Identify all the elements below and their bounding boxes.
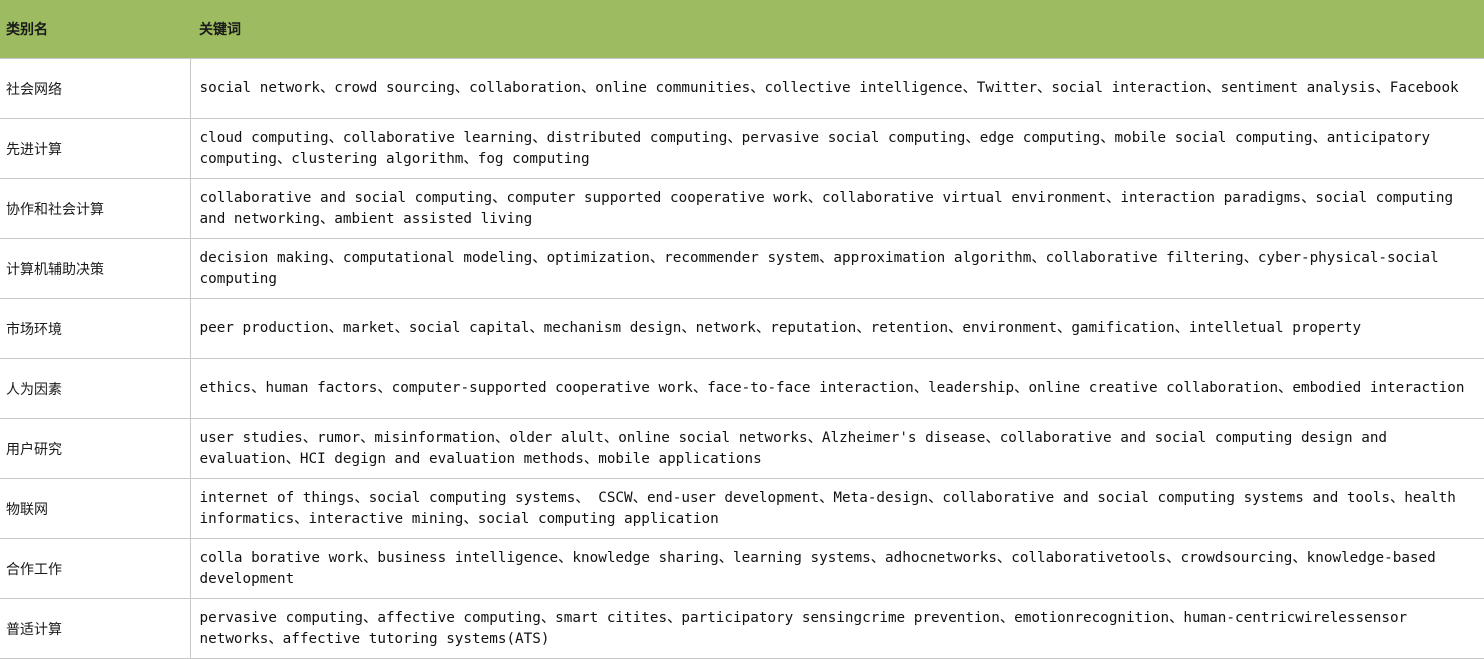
cell-keywords: peer production、market、social capital、me… bbox=[190, 298, 1484, 359]
table-row: 协作和社会计算 collaborative and social computi… bbox=[0, 178, 1484, 239]
table-row: 计算机辅助决策 decision making、computational mo… bbox=[0, 238, 1484, 299]
table-row: 物联网 internet of things、social computing … bbox=[0, 478, 1484, 539]
cell-keywords: user studies、rumor、misinformation、older … bbox=[190, 418, 1484, 479]
cell-category: 普适计算 bbox=[0, 598, 191, 659]
cell-category: 先进计算 bbox=[0, 118, 191, 179]
cell-category: 计算机辅助决策 bbox=[0, 238, 191, 299]
table-row: 合作工作 colla borative work、business intell… bbox=[0, 538, 1484, 599]
table-row: 市场环境 peer production、market、social capit… bbox=[0, 298, 1484, 359]
cell-keywords: collaborative and social computing、compu… bbox=[190, 178, 1484, 239]
table-row: 普适计算 pervasive computing、affective compu… bbox=[0, 598, 1484, 659]
table-header: 类别名 关键词 bbox=[0, 0, 1484, 59]
table-body: 社会网络 social network、crowd sourcing、colla… bbox=[0, 58, 1484, 659]
cell-keywords: ethics、human factors、computer-supported … bbox=[190, 358, 1484, 419]
cell-category: 合作工作 bbox=[0, 538, 191, 599]
cell-keywords: colla borative work、business intelligenc… bbox=[190, 538, 1484, 599]
column-header-keywords: 关键词 bbox=[190, 0, 1484, 59]
table-row: 社会网络 social network、crowd sourcing、colla… bbox=[0, 58, 1484, 119]
cell-keywords: pervasive computing、affective computing、… bbox=[190, 598, 1484, 659]
cell-keywords: decision making、computational modeling、o… bbox=[190, 238, 1484, 299]
cell-category: 用户研究 bbox=[0, 418, 191, 479]
cell-category: 协作和社会计算 bbox=[0, 178, 191, 239]
cell-category: 人为因素 bbox=[0, 358, 191, 419]
cell-category: 市场环境 bbox=[0, 298, 191, 359]
table-row: 用户研究 user studies、rumor、misinformation、o… bbox=[0, 418, 1484, 479]
table-row: 人为因素 ethics、human factors、computer-suppo… bbox=[0, 358, 1484, 419]
table-row: 先进计算 cloud computing、collaborative learn… bbox=[0, 118, 1484, 179]
cell-keywords: cloud computing、collaborative learning、d… bbox=[190, 118, 1484, 179]
column-header-category: 类别名 bbox=[0, 0, 190, 59]
cell-keywords: social network、crowd sourcing、collaborat… bbox=[190, 58, 1484, 119]
header-row: 类别名 关键词 bbox=[0, 0, 1484, 59]
keyword-table: 类别名 关键词 社会网络 social network、crowd sourci… bbox=[0, 0, 1484, 659]
cell-keywords: internet of things、social computing syst… bbox=[190, 478, 1484, 539]
cell-category: 社会网络 bbox=[0, 58, 191, 119]
cell-category: 物联网 bbox=[0, 478, 191, 539]
